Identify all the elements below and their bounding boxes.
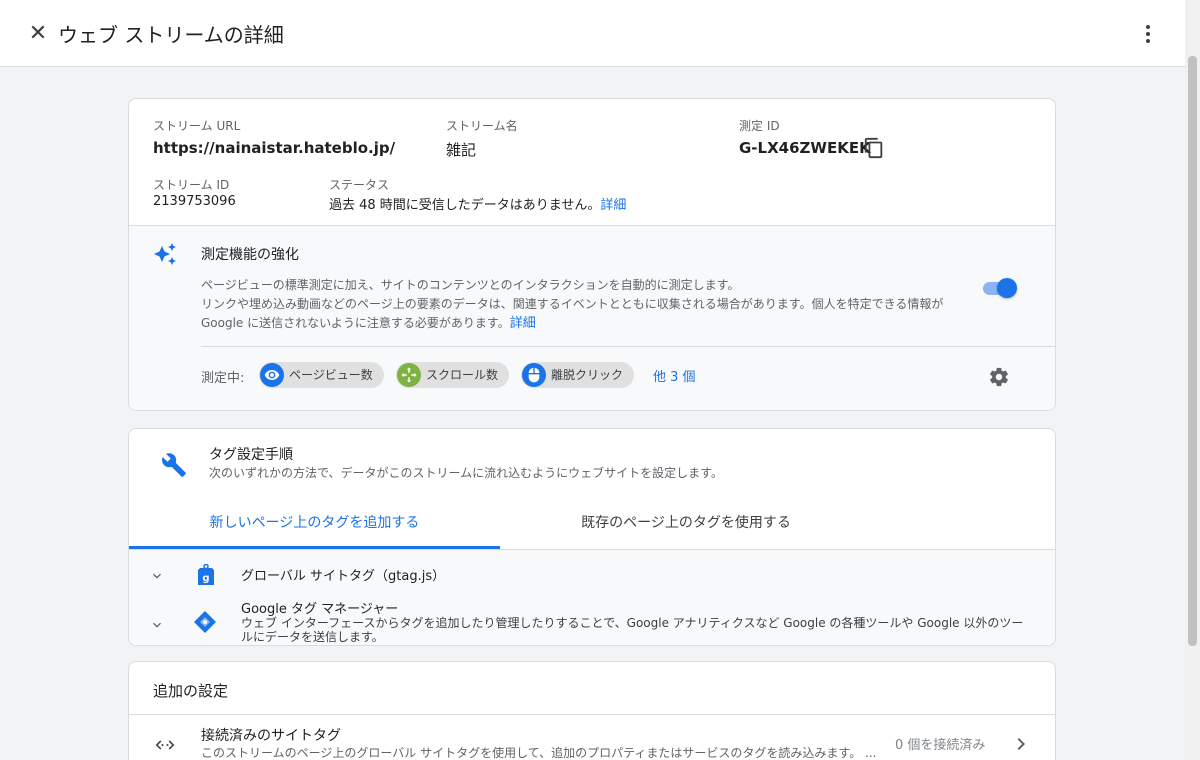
chevron-right-icon[interactable] [1009, 732, 1033, 756]
sparkle-icon [153, 242, 177, 266]
svg-text:g: g [202, 573, 209, 584]
settings-gear-icon[interactable] [988, 366, 1010, 388]
scrollbar-thumb[interactable] [1188, 56, 1197, 646]
chevron-down-icon[interactable] [149, 617, 165, 633]
status-label: ステータス [329, 178, 390, 192]
chevron-down-icon[interactable] [149, 568, 165, 584]
main-content: ストリーム URL https://nainaistar.hateblo.jp/… [0, 67, 1185, 760]
enhanced-measurement-description: ページビューの標準測定に加え、サイトのコンテンツとのインタラクションを自動的に測… [201, 276, 971, 333]
close-icon[interactable]: ✕ [24, 20, 52, 48]
em-desc-line-1: ページビューの標準測定に加え、サイトのコンテンツとのインタラクションを自動的に測… [201, 278, 740, 292]
enhanced-measurement-toggle[interactable] [981, 278, 1017, 298]
em-details-link[interactable]: 詳細 [510, 316, 536, 331]
em-desc-line-3: Google に送信されないように注意する必要があります。詳細 [201, 314, 971, 333]
app-header: ✕ ウェブ ストリームの詳細 [0, 0, 1185, 67]
stream-name-value: 雑記 [446, 141, 477, 159]
measuring-label: 測定中: [201, 371, 245, 386]
enhanced-measurement-title: 測定機能の強化 [201, 247, 299, 263]
gtm-icon [193, 610, 217, 634]
tab-add-new-tag[interactable]: 新しいページ上のタグを追加する [129, 509, 500, 549]
status-value: 過去 48 時間に受信したデータはありません。 [329, 198, 601, 213]
stream-id-value: 2139753096 [153, 194, 236, 209]
more-vert-icon[interactable] [1136, 22, 1160, 48]
stream-id-label: ストリーム ID [153, 178, 230, 192]
wrench-icon [161, 452, 187, 478]
eye-icon [260, 363, 284, 387]
measurement-id-value: G-LX46ZWEKEK [739, 139, 871, 157]
gtag-title: グローバル サイトタグ（gtag.js） [241, 569, 446, 584]
tag-tabs: 新しいページ上のタグを追加する 既存のページ上のタグを使用する [129, 509, 1055, 549]
copy-icon[interactable] [863, 137, 885, 159]
additional-settings-title: 追加の設定 [153, 682, 229, 700]
gtm-title: Google タグ マネージャー [241, 602, 399, 617]
enhanced-measurement-section: 測定機能の強化 ページビューの標準測定に加え、サイトのコンテンツとのインタラクシ… [129, 225, 1055, 410]
divider [201, 346, 1055, 347]
more-events-link[interactable]: 他 3 個 [653, 366, 696, 385]
stream-url-label: ストリーム URL [153, 119, 241, 133]
gtm-description: ウェブ インターフェースからタグを追加したり管理したりすることで、Google … [241, 616, 1031, 644]
connected-site-tags-description: このストリームのページ上のグローバル サイトタグを使用して、追加のプロパティまた… [201, 746, 877, 760]
status-text: 過去 48 時間に受信したデータはありません。詳細 [329, 194, 626, 213]
mouse-icon [522, 363, 546, 387]
scroll-icon [397, 363, 421, 387]
tagging-title: タグ設定手順 [209, 447, 293, 463]
gtm-desc-line-2: ルにデータを送信します。 [241, 630, 384, 644]
chip-scrolls[interactable]: スクロール数 [396, 362, 510, 388]
connected-site-tags-title: 接続済みのサイトタグ [201, 728, 341, 744]
em-desc-line-3-text: Google に送信されないように注意する必要があります。 [201, 316, 510, 330]
status-details-link[interactable]: 詳細 [600, 198, 626, 213]
gtag-icon: g [197, 563, 215, 586]
connected-count: 0 個を接続済み [895, 738, 986, 753]
chip-scrolls-label: スクロール数 [426, 368, 499, 382]
chip-outbound-clicks-label: 離脱クリック [551, 368, 624, 382]
chip-page-views[interactable]: ページビュー数 [259, 362, 384, 388]
stream-url-value: https://nainaistar.hateblo.jp/ [153, 139, 396, 157]
page-title: ウェブ ストリームの詳細 [58, 23, 284, 47]
measurement-id-label: 測定 ID [739, 119, 780, 133]
code-icon [153, 733, 177, 757]
additional-settings-card: 追加の設定 接続済みのサイトタグ このストリームのページ上のグローバル サイトタ… [128, 661, 1056, 760]
tagging-instructions-card: タグ設定手順 次のいずれかの方法で、データがこのストリームに流れ込むようにウェブ… [128, 428, 1056, 646]
divider [129, 714, 1055, 715]
tagging-subtitle: 次のいずれかの方法で、データがこのストリームに流れ込むようにウェブサイトを設定し… [209, 466, 723, 480]
tab-use-existing-tag[interactable]: 既存のページ上のタグを使用する [500, 509, 872, 549]
em-desc-line-2: リンクや埋め込み動画などのページ上の要素のデータは、関連するイベントとともに収集… [201, 297, 944, 311]
chip-outbound-clicks[interactable]: 離脱クリック [521, 362, 635, 388]
tag-method-list: g グローバル サイトタグ（gtag.js） Google タグ マネージャー … [129, 549, 1055, 645]
gtm-desc-line-1: ウェブ インターフェースからタグを追加したり管理したりすることで、Google … [241, 616, 1024, 630]
stream-details-card: ストリーム URL https://nainaistar.hateblo.jp/… [128, 98, 1056, 411]
chip-page-views-label: ページビュー数 [289, 368, 373, 382]
stream-name-label: ストリーム名 [446, 119, 518, 133]
